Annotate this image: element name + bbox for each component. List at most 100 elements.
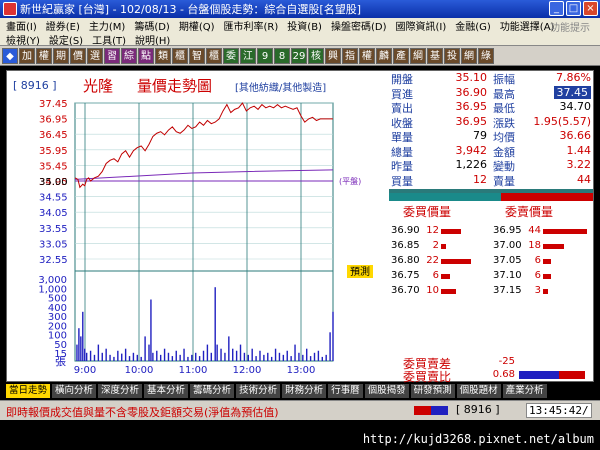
toolbar-button[interactable]: 投 <box>444 47 460 64</box>
bid-title: 委買價量 <box>403 205 452 219</box>
toolbar-button[interactable]: 類 <box>155 47 171 64</box>
menu-item[interactable]: 檢視(Y) <box>6 32 40 47</box>
toolbar-button[interactable]: 權 <box>359 47 375 64</box>
toolbar-button[interactable]: 綱 <box>410 47 426 64</box>
toolbar-button[interactable]: 價 <box>70 47 86 64</box>
toolbar-button[interactable]: 櫃 <box>206 47 222 64</box>
toolbar-button[interactable]: 9 <box>257 47 273 64</box>
menu-item[interactable]: 金融(G) <box>455 18 491 33</box>
ask-row: 36.95 44 <box>491 225 591 238</box>
menu-item[interactable]: 籌碼(D) <box>134 18 170 33</box>
menu-item[interactable]: 畫面(I) <box>6 18 37 33</box>
menu-item[interactable]: 操盤密碼(D) <box>331 18 387 33</box>
order-qty: 22 <box>426 255 439 266</box>
volume-bar <box>82 311 84 361</box>
toolbar-button[interactable]: 興 <box>325 47 341 64</box>
volume-bar <box>306 348 308 361</box>
quote-row: 收盤 36.95 漲跌 1.95(5.57) <box>389 115 593 130</box>
volume-bar <box>282 354 285 361</box>
toolbar-button[interactable]: 網 <box>461 47 477 64</box>
toolbar-button[interactable]: 綠 <box>478 47 494 64</box>
ratio-bar-ask <box>501 193 593 201</box>
toolbar-button[interactable]: 指 <box>342 47 358 64</box>
toolbar-button[interactable]: 點 <box>138 47 154 64</box>
tab-3[interactable]: 基本分析 <box>144 384 189 398</box>
quote-value: 36.95 <box>455 114 488 128</box>
volume-bar <box>239 344 242 361</box>
order-qty-bar <box>543 244 564 249</box>
order-qty: 3 <box>534 285 541 296</box>
toolbar-button[interactable]: ◆ <box>2 47 18 64</box>
window-title: 新世紀贏家 [台灣] - 102/08/13 - 台盤個股走勢：綜合自選股[名望… <box>20 3 361 16</box>
volume-bar <box>124 348 127 361</box>
tab-5[interactable]: 技術分析 <box>236 384 281 398</box>
stock-name: 光隆 <box>83 77 114 95</box>
status-bar: 即時報價成交值與量不含零股及鉅額交易(淨值為預估值) [ 8916 ] 13:4… <box>0 400 600 420</box>
menu-item[interactable]: 主力(M) <box>89 18 125 33</box>
toolbar-button[interactable]: 綜 <box>121 47 137 64</box>
toolbar-button[interactable]: 29 <box>291 47 307 64</box>
menu-item[interactable]: 功能選擇(A) <box>500 18 555 33</box>
status-stock-code: [ 8916 ] <box>456 403 500 416</box>
toolbar-button[interactable]: 期 <box>53 47 69 64</box>
close-button[interactable]: × <box>583 1 598 16</box>
tab-7[interactable]: 行事曆 <box>328 384 363 398</box>
toolbar-button[interactable]: 委 <box>223 47 239 64</box>
indicator-red <box>414 406 431 415</box>
order-qty: 6 <box>534 270 541 281</box>
toolbar-button[interactable]: 權 <box>36 47 52 64</box>
volume-bar <box>132 352 135 361</box>
toolbar-button[interactable]: 基 <box>427 47 443 64</box>
tab-11[interactable]: 產業分析 <box>502 384 547 398</box>
bid-ask-diff-value: -25 <box>498 356 515 367</box>
tab-10[interactable]: 個股題材 <box>456 384 501 398</box>
volume-bar <box>329 332 331 361</box>
order-qty-bar <box>441 274 450 279</box>
ratio-meter-ask <box>559 371 585 379</box>
volume-bar <box>259 350 261 361</box>
volume-bar <box>286 350 288 361</box>
price-volume-chart[interactable]: 37.4536.9536.4535.9535.4534.9534.5534.05… <box>7 99 383 379</box>
watermark-area: http://kujd3268.pixnet.net/album <box>0 420 600 450</box>
order-qty: 6 <box>432 270 439 281</box>
window-controls: _ □ × <box>549 1 598 16</box>
tab-6[interactable]: 財務分析 <box>282 384 327 398</box>
menu-item[interactable]: 投資(B) <box>287 18 322 33</box>
menu-item[interactable]: 證券(E) <box>46 18 80 33</box>
volume-bar <box>187 356 189 361</box>
tab-9[interactable]: 研發預測 <box>410 384 455 398</box>
function-hint[interactable]: 功能提示 <box>550 19 590 34</box>
toolbar-button[interactable]: 麟 <box>376 47 392 64</box>
toolbar-button[interactable]: 智 <box>189 47 205 64</box>
menu-item[interactable]: 期權(Q) <box>179 18 215 33</box>
maximize-button[interactable]: □ <box>566 1 581 16</box>
order-qty: 6 <box>534 255 541 266</box>
ask-title: 委賣價量 <box>505 205 554 219</box>
toolbar-button[interactable]: 核 <box>308 47 324 64</box>
toolbar-button[interactable]: 8 <box>274 47 290 64</box>
quote-row: 開盤 35.10 振幅 7.86% <box>389 71 593 86</box>
tab-2[interactable]: 深度分析 <box>98 384 143 398</box>
menu-item[interactable]: 說明(H) <box>135 32 170 47</box>
minimize-button[interactable]: _ <box>549 1 564 16</box>
volume-bar <box>214 287 216 361</box>
toolbar-button[interactable]: 加 <box>19 47 35 64</box>
tab-0[interactable]: 當日走勢 <box>6 384 51 398</box>
menu-item[interactable]: 設定(S) <box>49 32 83 47</box>
toolbar-button[interactable]: 選 <box>87 47 103 64</box>
toolbar-button[interactable]: 產 <box>393 47 409 64</box>
menu-item[interactable]: 匯市利率(R) <box>224 18 279 33</box>
volume-bar <box>298 352 300 361</box>
tab-8[interactable]: 個股揭發 <box>364 384 409 398</box>
order-qty-bar <box>543 259 551 264</box>
bid-row: 36.70 10 <box>389 285 489 298</box>
menu-bar: 畫面(I) 證券(E) 主力(M) 籌碼(D) 期權(Q) 匯市利率(R) 投資(B) 操盤密… <box>0 18 600 47</box>
menu-item[interactable]: 國際資訊(I) <box>395 18 446 33</box>
menu-item[interactable]: 工具(T) <box>92 32 126 47</box>
tab-4[interactable]: 籌碼分析 <box>190 384 235 398</box>
order-qty: 10 <box>426 285 439 296</box>
tab-1[interactable]: 橫向分析 <box>52 384 97 398</box>
toolbar-button[interactable]: 櫃 <box>172 47 188 64</box>
toolbar-button[interactable]: 習 <box>104 47 120 64</box>
toolbar-button[interactable]: 江 <box>240 47 256 64</box>
